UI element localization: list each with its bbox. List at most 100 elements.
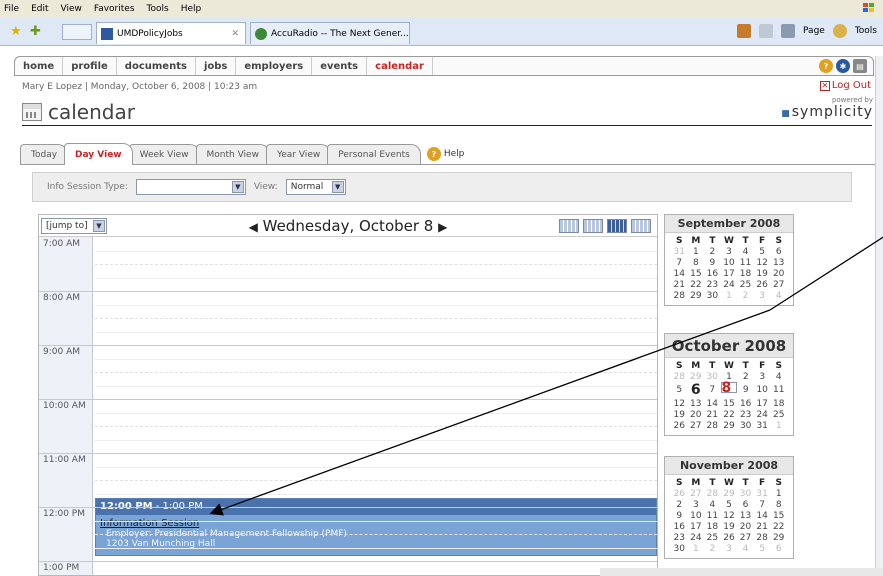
- calendar-day[interactable]: 15: [688, 268, 705, 279]
- calendar-day[interactable]: 27: [688, 488, 705, 499]
- calendar-day[interactable]: 24: [688, 532, 705, 543]
- calendar-day[interactable]: 26: [721, 532, 738, 543]
- calendar-day[interactable]: 23: [671, 532, 688, 543]
- calendar-day[interactable]: 31: [671, 246, 688, 257]
- workweek-layout-icon[interactable]: [607, 219, 627, 233]
- calendar-day[interactable]: 30: [704, 371, 721, 382]
- calendar-day[interactable]: 28: [754, 532, 771, 543]
- calendar-day[interactable]: 27: [688, 420, 705, 431]
- calendar-day[interactable]: 2: [737, 290, 754, 301]
- nav-employers[interactable]: employers: [236, 57, 313, 75]
- menu-edit[interactable]: Edit: [31, 4, 48, 14]
- menu-tools[interactable]: Tools: [147, 4, 169, 14]
- quick-tabs-button[interactable]: [62, 24, 92, 40]
- calendar-day[interactable]: 5: [671, 382, 688, 398]
- calendar-day[interactable]: 6: [770, 246, 787, 257]
- help-link[interactable]: ? Help: [426, 144, 464, 164]
- vertical-scrollbar[interactable]: [875, 56, 883, 576]
- calendar-day[interactable]: 8: [770, 499, 787, 510]
- time-slot[interactable]: [95, 426, 657, 427]
- calendar-day[interactable]: 7: [754, 499, 771, 510]
- nav-jobs[interactable]: jobs: [196, 57, 237, 75]
- help-icon[interactable]: ?: [819, 59, 833, 73]
- calendar-day[interactable]: 30: [737, 420, 754, 431]
- menu-favorites[interactable]: Favorites: [94, 4, 135, 14]
- calendar-day[interactable]: 20: [688, 409, 705, 420]
- calendar-day[interactable]: 10: [721, 257, 738, 268]
- day-layout-icon[interactable]: [559, 219, 579, 233]
- calendar-day[interactable]: 27: [770, 279, 787, 290]
- nav-calendar[interactable]: calendar: [367, 57, 433, 75]
- calendar-day[interactable]: 18: [704, 521, 721, 532]
- calendar-day[interactable]: 28: [704, 420, 721, 431]
- calendar-day[interactable]: 31: [754, 488, 771, 499]
- time-slot[interactable]: [95, 439, 657, 441]
- menu-help[interactable]: Help: [181, 4, 202, 14]
- calendar-day[interactable]: 28: [671, 371, 688, 382]
- tab-personal-events[interactable]: Personal Events: [327, 144, 421, 164]
- calendar-day[interactable]: 10: [688, 510, 705, 521]
- calendar-day[interactable]: 8: [720, 380, 738, 396]
- calendar-day[interactable]: 30: [737, 488, 754, 499]
- calendar-day[interactable]: 3: [754, 290, 771, 301]
- calendar-day[interactable]: 6: [688, 382, 705, 398]
- time-slot[interactable]: [95, 547, 657, 549]
- calendar-day[interactable]: 2: [704, 543, 721, 554]
- calendar-day[interactable]: 4: [737, 543, 754, 554]
- event-title-link[interactable]: Information Session: [96, 515, 656, 529]
- tab-today[interactable]: Today: [20, 144, 69, 164]
- calendar-day[interactable]: 19: [754, 268, 771, 279]
- calendar-day[interactable]: 12: [754, 257, 771, 268]
- calendar-day[interactable]: 1: [688, 246, 705, 257]
- session-type-select[interactable]: ▼: [135, 179, 246, 195]
- nav-documents[interactable]: documents: [117, 57, 196, 75]
- calendar-day[interactable]: 4: [737, 246, 754, 257]
- calendar-day[interactable]: 27: [737, 532, 754, 543]
- calendar-day[interactable]: 3: [721, 246, 738, 257]
- time-slot[interactable]: [95, 264, 657, 265]
- calendar-day[interactable]: 2: [704, 246, 721, 257]
- calendar-day[interactable]: 14: [704, 398, 721, 409]
- calendar-day[interactable]: 24: [721, 279, 738, 290]
- calendar-day[interactable]: 17: [688, 521, 705, 532]
- calendar-day[interactable]: 20: [770, 268, 787, 279]
- horizontal-scrollbar[interactable]: [600, 568, 883, 576]
- time-slot[interactable]: [95, 534, 657, 535]
- calendar-day[interactable]: 1: [721, 290, 738, 301]
- calendar-day[interactable]: 5: [754, 246, 771, 257]
- close-tab-icon[interactable]: ✕: [231, 29, 239, 39]
- menu-view[interactable]: View: [61, 4, 82, 14]
- time-slot[interactable]: [95, 250, 657, 252]
- tab-week-view[interactable]: Week View: [128, 144, 200, 164]
- calendar-day[interactable]: 13: [737, 510, 754, 521]
- calendar-day[interactable]: 22: [688, 279, 705, 290]
- calendar-day[interactable]: 16: [704, 268, 721, 279]
- calendar-day[interactable]: 15: [770, 510, 787, 521]
- calendar-day[interactable]: 25: [704, 532, 721, 543]
- calendar-day[interactable]: 29: [721, 420, 738, 431]
- calendar-day[interactable]: 9: [704, 257, 721, 268]
- print-icon[interactable]: ▤: [853, 59, 867, 73]
- calendar-day[interactable]: 26: [671, 420, 688, 431]
- calendar-day[interactable]: 9: [671, 510, 688, 521]
- tab-accuradio[interactable]: AccuRadio -- The Next Gener...: [250, 22, 410, 44]
- calendar-day[interactable]: 21: [671, 279, 688, 290]
- view-select[interactable]: Normal ▼: [285, 179, 346, 195]
- tab-year-view[interactable]: Year View: [265, 144, 332, 164]
- home-icon[interactable]: [737, 24, 752, 38]
- calendar-day[interactable]: 6: [737, 499, 754, 510]
- nav-profile[interactable]: profile: [63, 57, 117, 75]
- page-menu[interactable]: Page: [803, 26, 825, 36]
- calendar-day[interactable]: 9: [737, 382, 754, 398]
- time-slot[interactable]: [95, 358, 657, 360]
- previous-day-icon[interactable]: ◀: [249, 220, 258, 234]
- time-slot[interactable]: [95, 466, 657, 468]
- calendar-day[interactable]: 13: [770, 257, 787, 268]
- calendar-day[interactable]: 28: [704, 488, 721, 499]
- time-slot[interactable]: [95, 412, 657, 414]
- calendar-day[interactable]: 20: [737, 521, 754, 532]
- tab-umdpolicyjobs[interactable]: UMDPolicyJobs ✕: [96, 22, 246, 44]
- calendar-day[interactable]: 4: [770, 371, 787, 382]
- calendar-day[interactable]: 12: [721, 510, 738, 521]
- calendar-day[interactable]: 25: [770, 409, 787, 420]
